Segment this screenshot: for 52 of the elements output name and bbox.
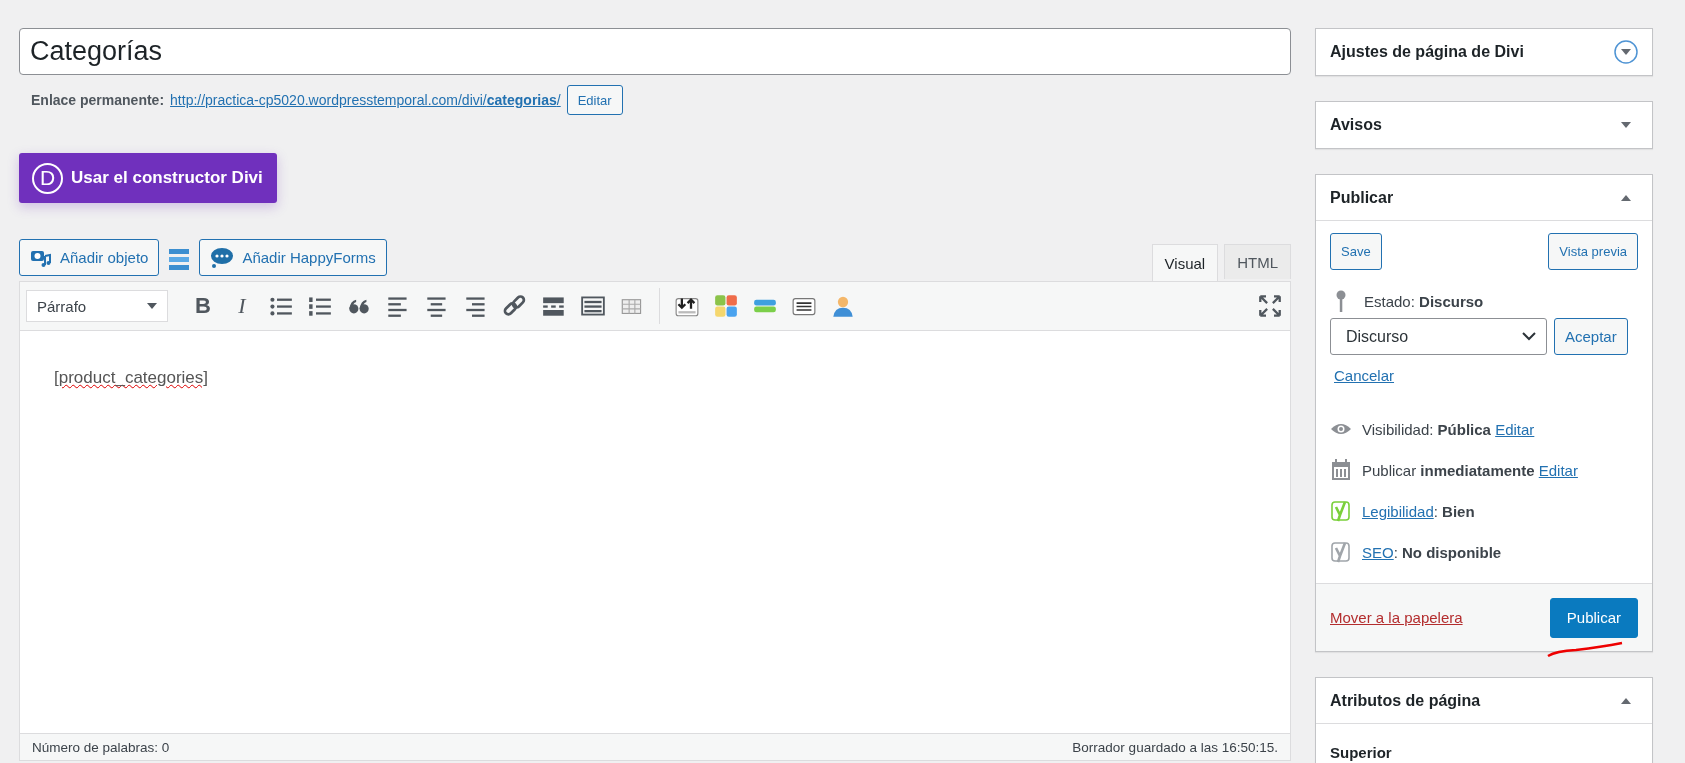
- accept-button[interactable]: Aceptar: [1554, 318, 1628, 355]
- format-dropdown[interactable]: Párrafo: [26, 290, 168, 322]
- edit-link[interactable]: Editar: [1495, 420, 1535, 438]
- grid-icon[interactable]: [714, 294, 738, 318]
- readability-link[interactable]: Legibilidad: [1362, 502, 1434, 520]
- fullscreen-icon[interactable]: [1258, 294, 1282, 318]
- seo-status-text: Legibilidad: Bien: [1362, 502, 1475, 520]
- permalink-link[interactable]: http://practica-cp5020.wordpresstemporal.com/divi/categorias/: [170, 92, 561, 108]
- status-select[interactable]: Discurso: [1330, 318, 1547, 355]
- chevron-icon: [1522, 332, 1536, 341]
- caret-icon: [147, 303, 157, 309]
- divi-builder-button[interactable]: D Usar el constructor Divi: [19, 153, 277, 203]
- status-text: Estado: Discurso: [1364, 292, 1484, 310]
- editor-content: [product_categories]: [54, 368, 209, 387]
- word-count: Número de palabras: 0: [32, 739, 170, 755]
- edit-link[interactable]: Editar: [1538, 461, 1578, 479]
- edit-button[interactable]: Editar: [566, 85, 623, 115]
- visibility-text: Visibilidad: Pública Editar: [1362, 420, 1535, 438]
- link-icon[interactable]: [503, 294, 527, 318]
- panel-title: Ajustes de página de Divi: [1330, 43, 1524, 61]
- schedule-text: Publicar inmediatamente Editar: [1362, 461, 1578, 479]
- seo-link[interactable]: SEO: [1362, 543, 1394, 561]
- publish-button[interactable]: Publicar: [1549, 597, 1638, 638]
- bold-button[interactable]: B: [191, 294, 215, 318]
- italic-button[interactable]: I: [230, 294, 254, 318]
- add-media-button[interactable]: Añadir objeto: [19, 239, 160, 276]
- numbers-icon[interactable]: [308, 294, 332, 318]
- trash-link[interactable]: Mover a la papelera: [1330, 609, 1463, 626]
- pin-icon: [1336, 290, 1346, 312]
- draft-saved-status: Borrador guardado a las 16:50:15.: [1072, 739, 1278, 755]
- speech-bubble-icon: [210, 246, 235, 269]
- title-field[interactable]: Categorías: [19, 28, 1291, 75]
- panel-title: Publicar: [1330, 188, 1394, 207]
- seo-status-text: SEO: No disponible: [1362, 543, 1502, 561]
- layers-icon[interactable]: [169, 249, 190, 271]
- align-right-icon[interactable]: [464, 294, 488, 318]
- add-forms-button[interactable]: Añadir HappyForms: [199, 239, 387, 276]
- editor-tab[interactable]: HTML: [1224, 244, 1291, 279]
- more-icon[interactable]: [542, 294, 566, 318]
- cancel-link[interactable]: Cancelar: [1334, 367, 1395, 384]
- person-icon[interactable]: [831, 294, 855, 318]
- permalink-label: Enlace permanente:: [31, 92, 165, 108]
- parent-label: Superior: [1330, 744, 1393, 761]
- toolbar-toggle-icon[interactable]: [581, 294, 605, 318]
- save-button[interactable]: Save: [1330, 233, 1382, 270]
- preview-button[interactable]: Vista previa: [1548, 233, 1638, 270]
- align-center-icon[interactable]: [425, 294, 449, 318]
- editor-tab[interactable]: Visual: [1151, 244, 1219, 281]
- align-left-icon[interactable]: [386, 294, 410, 318]
- calendar-icon: [1330, 459, 1352, 481]
- panel-title: Avisos: [1330, 116, 1382, 134]
- panel-title: Atributos de página: [1330, 691, 1481, 710]
